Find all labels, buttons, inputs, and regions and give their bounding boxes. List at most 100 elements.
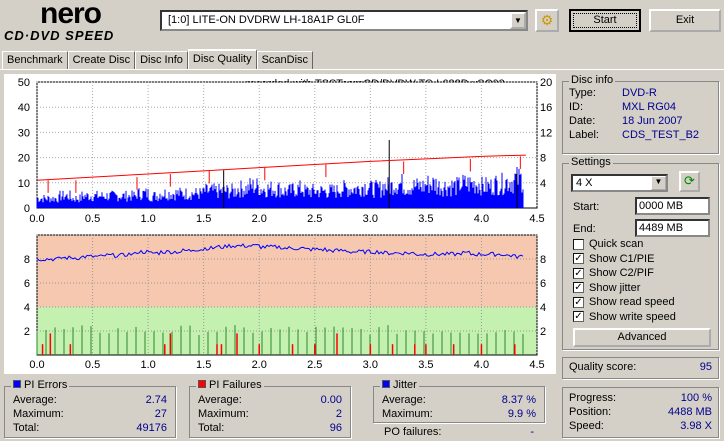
pi-errors-label: Maximum: bbox=[13, 408, 64, 420]
pi-errors-value: 2.74 bbox=[145, 394, 167, 406]
pi-failures-value: 96 bbox=[329, 422, 342, 434]
y-right-tick: 4 bbox=[540, 178, 546, 190]
checkbox-box[interactable]: ✓ bbox=[573, 253, 584, 265]
advanced-button[interactable]: Advanced bbox=[573, 328, 711, 347]
jitter-value: 9.9 % bbox=[507, 408, 536, 420]
pi-failures-row: Average: 0.00 bbox=[198, 394, 342, 408]
po-failures-label: PO failures: bbox=[384, 426, 442, 438]
checkbox-box[interactable]: ✓ bbox=[573, 267, 584, 279]
x-tick: 1.5 bbox=[196, 213, 211, 225]
jitter-value: 8.37 % bbox=[501, 394, 536, 406]
checkbox-show-write-speed[interactable]: ✓ Show write speed bbox=[573, 310, 676, 325]
tab-benchmark[interactable]: Benchmark bbox=[2, 51, 68, 69]
pi-errors-group: PI Errors Average: 2.74 Maximum: 27 Total: 491… bbox=[4, 379, 176, 438]
jitter-row: Maximum: 9.9 % bbox=[382, 408, 536, 422]
jitter-legend-icon bbox=[382, 380, 390, 388]
y-left-tick: 20 bbox=[18, 153, 30, 165]
refresh-icon[interactable]: ⟳ bbox=[679, 171, 700, 192]
end-input[interactable] bbox=[635, 219, 710, 237]
checkbox-label: Show write speed bbox=[589, 310, 676, 323]
pi-errors-legend-icon bbox=[13, 380, 21, 388]
disc-info-label: Label: bbox=[569, 129, 599, 141]
start-input[interactable] bbox=[635, 197, 710, 215]
y-left-tick: 10 bbox=[18, 178, 30, 190]
tab-create-disc[interactable]: Create Disc bbox=[67, 51, 136, 69]
progress-value: 100 % bbox=[680, 392, 712, 404]
quality-score-value: 95 bbox=[699, 361, 712, 373]
disc-info-label: Date: bbox=[569, 115, 596, 127]
y-left-tick: 50 bbox=[18, 77, 30, 89]
checkbox-show-c2-pif[interactable]: ✓ Show C2/PIF bbox=[573, 266, 676, 281]
checkbox-label: Show C1/PIE bbox=[589, 252, 655, 265]
settings-title: Settings bbox=[569, 156, 613, 168]
disc-info-title: Disc info bbox=[569, 74, 616, 86]
chevron-down-icon[interactable]: ▼ bbox=[510, 12, 526, 29]
x-tick: 1.0 bbox=[140, 359, 155, 371]
drive-value: [1:0] LITE-ON DVDRW LH-18A1P GL0F bbox=[168, 14, 365, 26]
x-tick: 0.0 bbox=[29, 359, 44, 371]
speed-select[interactable]: 4 X ▼ bbox=[571, 174, 668, 192]
pi-failures-row: Maximum: 2 bbox=[198, 408, 342, 422]
x-tick: 2.5 bbox=[307, 213, 322, 225]
tab-scandisc[interactable]: ScanDisc bbox=[256, 51, 314, 69]
progress-value: 4488 MB bbox=[667, 406, 712, 418]
disc-info-label: Type: bbox=[569, 87, 596, 99]
y-left-tick: 6 bbox=[24, 278, 30, 290]
progress-row: Position: 4488 MB bbox=[569, 406, 712, 420]
x-tick: 0.5 bbox=[85, 213, 100, 225]
checkbox-show-jitter[interactable]: ✓ Show jitter bbox=[573, 281, 676, 296]
y-left-tick: 8 bbox=[24, 254, 30, 266]
drive-settings-icon[interactable]: ⚙ bbox=[535, 9, 559, 32]
exit-button[interactable]: Exit bbox=[649, 9, 721, 32]
pi-failures-label: Average: bbox=[198, 394, 242, 406]
checkbox-box[interactable] bbox=[573, 238, 584, 250]
y-right-tick: 4 bbox=[540, 302, 546, 314]
y-right-tick: 2 bbox=[540, 326, 546, 338]
jitter-row: Average: 8.37 % bbox=[382, 394, 536, 408]
progress-row: Progress: 100 % bbox=[569, 392, 712, 406]
pi-errors-title: PI Errors bbox=[24, 379, 68, 391]
checkbox-label: Show C2/PIF bbox=[589, 267, 654, 280]
checkbox-show-c1-pie[interactable]: ✓ Show C1/PIE bbox=[573, 252, 676, 267]
progress-label: Position: bbox=[569, 406, 612, 418]
quality-score-box: Quality score: 95 bbox=[562, 357, 719, 379]
pi-failures-legend-icon bbox=[198, 380, 206, 388]
checkbox-box[interactable]: ✓ bbox=[573, 311, 584, 323]
y-left-tick: 40 bbox=[18, 102, 30, 114]
checkbox-box[interactable]: ✓ bbox=[573, 282, 584, 294]
speed-value: 4 X bbox=[576, 177, 593, 189]
settings-group: Settings 4 X ▼ ⟳ Start: End: Quick scan ✓ S… bbox=[562, 156, 719, 350]
tab-disc-quality[interactable]: Disc Quality bbox=[187, 49, 257, 70]
disc-info-label: ID: bbox=[569, 101, 584, 113]
checkbox-label: Show jitter bbox=[589, 281, 641, 294]
disc-info-value: CDS_TEST_B2 bbox=[622, 129, 700, 141]
checkbox-quick-scan[interactable]: Quick scan bbox=[573, 237, 676, 252]
chart-area: recorded with TSSTcorpCD/DVDW TS-L632D v… bbox=[4, 74, 556, 374]
y-right-tick: 12 bbox=[540, 127, 552, 139]
progress-row: Speed: 3.98 X bbox=[569, 420, 712, 434]
drive-select[interactable]: [1:0] LITE-ON DVDRW LH-18A1P GL0F ▼ bbox=[160, 10, 528, 31]
tab-bar: Benchmark Create Disc Disc Info Disc Qua… bbox=[2, 49, 314, 70]
po-failures-value: - bbox=[530, 426, 534, 438]
x-tick: 4.0 bbox=[474, 359, 489, 371]
pi-failures-label: Total: bbox=[198, 422, 225, 434]
checkbox-box[interactable]: ✓ bbox=[573, 296, 584, 308]
po-failures-row: PO failures: - bbox=[384, 426, 534, 440]
start-button[interactable]: Start bbox=[569, 9, 641, 32]
disc-info-value: DVD-R bbox=[622, 87, 657, 99]
pi-errors-row: Average: 2.74 bbox=[13, 394, 167, 408]
pi-errors-value: 49176 bbox=[136, 422, 167, 434]
x-tick: 4.5 bbox=[529, 213, 544, 225]
chevron-down-icon[interactable]: ▼ bbox=[651, 176, 666, 190]
disc-info-value: 18 Jun 2007 bbox=[622, 115, 683, 127]
x-tick: 2.0 bbox=[252, 213, 267, 225]
pi-failures-group: PI Failures Average: 0.00 Maximum: 2 Total: 96 bbox=[189, 379, 351, 438]
disc-info-row: ID: MXL RG04 bbox=[569, 101, 712, 115]
checkbox-show-read-speed[interactable]: ✓ Show read speed bbox=[573, 295, 676, 310]
x-tick: 3.0 bbox=[363, 359, 378, 371]
y-right-tick: 20 bbox=[540, 77, 552, 89]
tab-disc-info[interactable]: Disc Info bbox=[135, 51, 188, 69]
x-tick: 2.0 bbox=[252, 359, 267, 371]
jitter-group: Jitter Average: 8.37 % Maximum: 9.9 % bbox=[373, 379, 545, 423]
pi-failures-label: Maximum: bbox=[198, 408, 249, 420]
